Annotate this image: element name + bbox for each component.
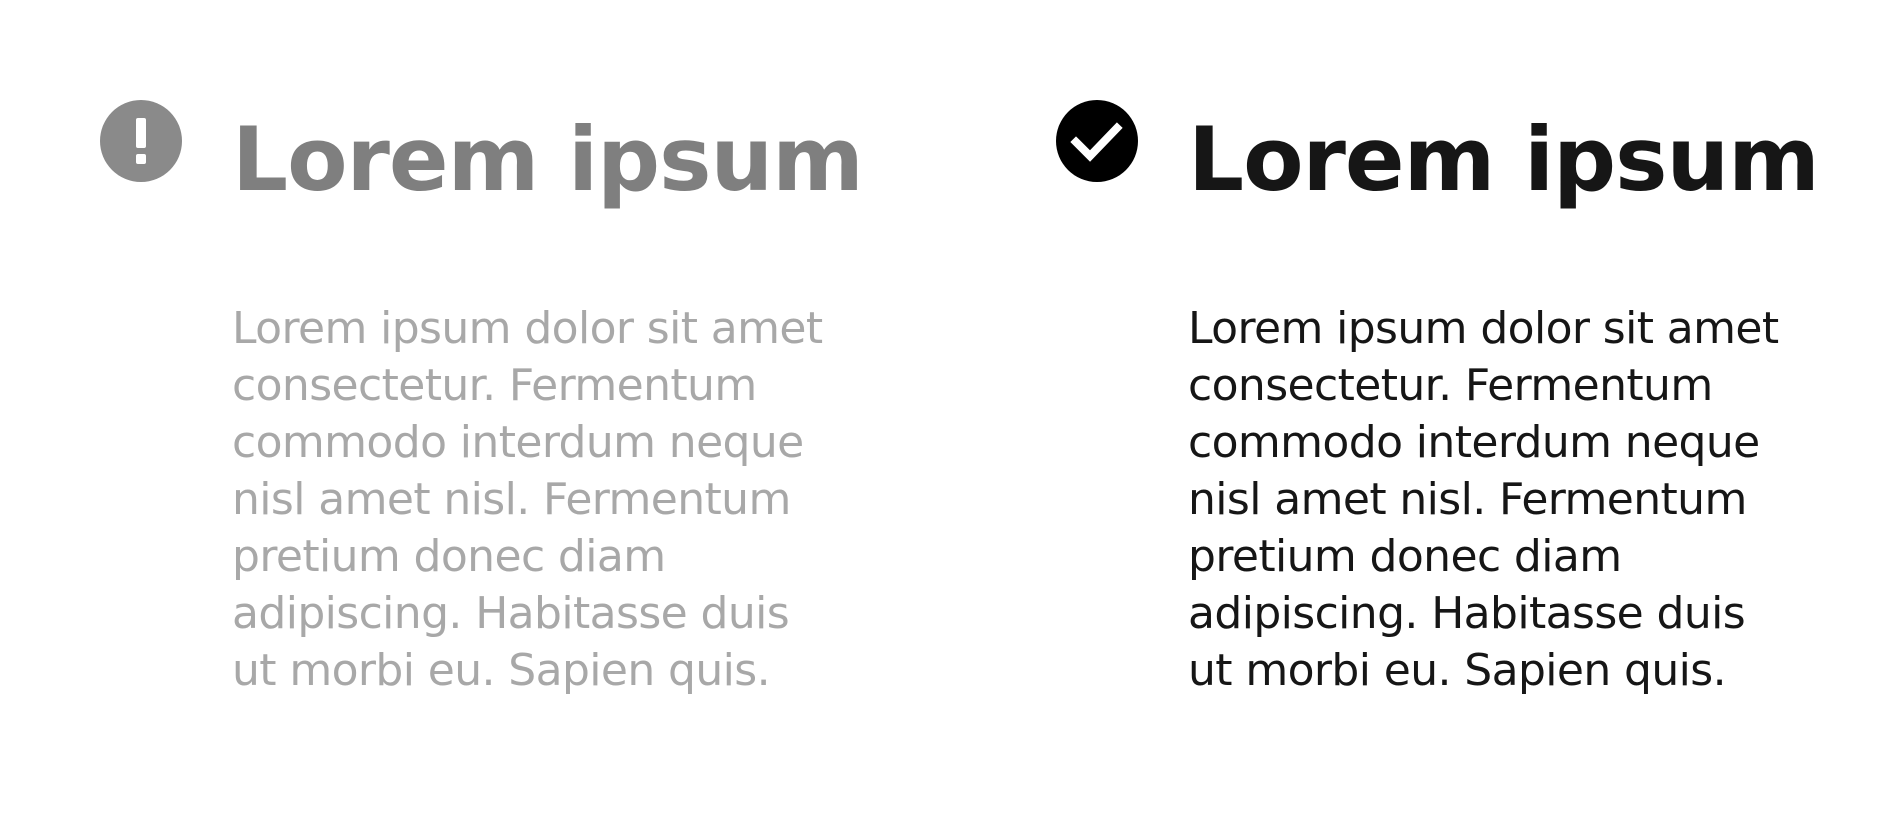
body-line: ut morbi eu. Sapien quis. [232, 645, 771, 696]
body-line: consectetur. Fermentum [1188, 360, 1713, 411]
body-line: nisl amet nisl. Fermentum [232, 474, 791, 525]
body-line: pretium donec diam [1188, 531, 1622, 582]
panel-title: Lorem ipsum [1188, 108, 1820, 211]
body-line: nisl amet nisl. Fermentum [1188, 474, 1747, 525]
active-content-panel: Lorem ipsum Lorem ipsum dolor sit amet c… [956, 0, 1820, 831]
disabled-content-panel: Lorem ipsum Lorem ipsum dolor sit amet c… [0, 0, 864, 831]
checkmark-circle-icon [1056, 100, 1138, 182]
panel-body-text: Lorem ipsum dolor sit amet consectetur. … [1188, 300, 1788, 699]
body-line: Lorem ipsum dolor sit amet [232, 303, 823, 354]
body-line: pretium donec diam [232, 531, 666, 582]
panel-title: Lorem ipsum [232, 108, 864, 211]
body-line: consectetur. Fermentum [232, 360, 757, 411]
warning-exclamation-icon [100, 100, 182, 182]
panel-body-text: Lorem ipsum dolor sit amet consectetur. … [232, 300, 832, 699]
body-line: adipiscing. Habitasse duis [232, 588, 790, 639]
body-line: Lorem ipsum dolor sit amet [1188, 303, 1779, 354]
body-line: commodo interdum neque [1188, 417, 1760, 468]
body-line: commodo interdum neque [232, 417, 804, 468]
body-line: ut morbi eu. Sapien quis. [1188, 645, 1727, 696]
body-line: adipiscing. Habitasse duis [1188, 588, 1746, 639]
